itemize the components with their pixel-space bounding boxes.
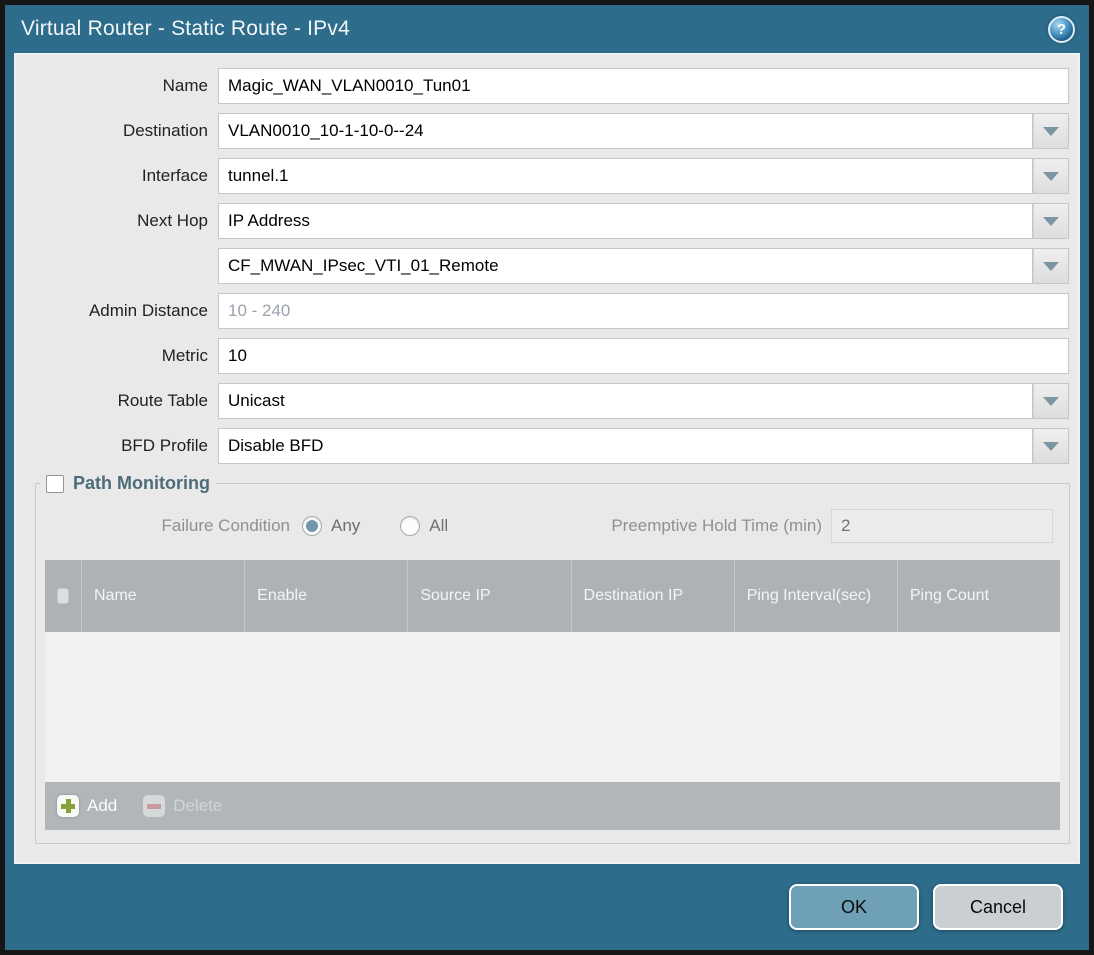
form-row-next-hop: Next Hop [16, 203, 1069, 239]
chevron-down-icon [1043, 171, 1059, 181]
path-monitoring-table: Name Enable Source IP Destination IP Pin… [45, 560, 1060, 830]
interface-label: Interface [141, 166, 208, 185]
failure-condition-any-label: Any [331, 516, 361, 535]
next-hop-address-dropdown-button[interactable] [1033, 248, 1069, 284]
table-header-row: Name Enable Source IP Destination IP Pin… [45, 560, 1060, 632]
route-table-dropdown-button[interactable] [1033, 383, 1069, 419]
route-table-label: Route Table [117, 391, 208, 410]
next-hop-label: Next Hop [137, 211, 208, 230]
static-route-form: Name Destination Interface [16, 55, 1078, 464]
dialog-title: Virtual Router - Static Route - IPv4 [21, 17, 350, 40]
chevron-down-icon [1043, 261, 1059, 271]
add-button-label: Add [87, 796, 118, 815]
form-row-name: Name [16, 68, 1069, 104]
table-header-checkbox-cell [45, 560, 81, 632]
dialog-footer: OK Cancel [5, 864, 1089, 950]
path-monitoring-title: Path Monitoring [73, 473, 210, 493]
minus-icon [143, 795, 166, 817]
failure-condition-all-radio[interactable] [400, 516, 421, 536]
delete-button[interactable]: Delete [143, 795, 222, 817]
form-row-interface: Interface [16, 158, 1069, 194]
path-monitoring-fieldset: Path Monitoring Failure Condition Any Al… [35, 473, 1070, 844]
metric-label: Metric [161, 346, 208, 365]
form-row-bfd-profile: BFD Profile [16, 428, 1069, 464]
next-hop-address-input[interactable] [218, 248, 1033, 284]
dialog-body: Name Destination Interface [14, 53, 1080, 864]
form-row-metric: Metric [16, 338, 1069, 374]
metric-input[interactable] [218, 338, 1069, 374]
path-monitoring-legend: Path Monitoring [40, 473, 216, 494]
failure-condition-all-label: All [429, 516, 449, 535]
destination-label: Destination [122, 121, 208, 140]
column-header-source-ip: Source IP [407, 560, 570, 632]
destination-dropdown-button[interactable] [1033, 113, 1069, 149]
interface-dropdown-button[interactable] [1033, 158, 1069, 194]
cancel-button[interactable]: Cancel [933, 884, 1063, 930]
admin-distance-input[interactable] [218, 293, 1069, 329]
ok-button[interactable]: OK [789, 884, 919, 930]
help-icon[interactable]: ? [1048, 15, 1075, 43]
chevron-down-icon [1043, 441, 1059, 451]
next-hop-type-input[interactable] [218, 203, 1033, 239]
path-monitoring-checkbox[interactable] [46, 474, 64, 493]
preemptive-hold-time-input[interactable] [831, 509, 1053, 543]
chevron-down-icon [1043, 396, 1059, 406]
add-button[interactable]: Add [57, 795, 117, 817]
column-header-ping-interval: Ping Interval(sec) [733, 560, 897, 632]
admin-distance-label: Admin Distance [88, 301, 208, 320]
table-body-empty [45, 632, 1060, 782]
failure-condition-any-radio[interactable] [302, 516, 322, 536]
destination-input[interactable] [218, 113, 1033, 149]
failure-condition-label: Failure Condition [161, 516, 290, 535]
form-row-next-hop-address [16, 248, 1069, 284]
plus-icon [57, 795, 79, 817]
question-mark-glyph: ? [1056, 20, 1067, 38]
titlebar: Virtual Router - Static Route - IPv4 ? [5, 5, 1089, 53]
preemptive-hold-time-label: Preemptive Hold Time (min) [611, 516, 822, 535]
column-header-enable: Enable [244, 560, 407, 632]
next-hop-type-dropdown-button[interactable] [1033, 203, 1069, 239]
dialog-window: Virtual Router - Static Route - IPv4 ? N… [5, 5, 1089, 950]
select-all-checkbox[interactable] [57, 588, 69, 604]
column-header-destination-ip: Destination IP [570, 560, 734, 632]
name-label: Name [162, 76, 208, 95]
interface-input[interactable] [218, 158, 1033, 194]
bfd-profile-label: BFD Profile [121, 436, 208, 455]
chevron-down-icon [1043, 216, 1059, 226]
table-footer-bar: Add Delete [45, 782, 1060, 830]
form-row-admin-distance: Admin Distance [16, 293, 1069, 329]
bfd-profile-dropdown-button[interactable] [1033, 428, 1069, 464]
chevron-down-icon [1043, 126, 1059, 136]
form-row-destination: Destination [16, 113, 1069, 149]
form-row-route-table: Route Table [16, 383, 1069, 419]
delete-button-label: Delete [173, 796, 223, 815]
column-header-name: Name [81, 560, 244, 632]
column-header-ping-count: Ping Count [896, 560, 1060, 632]
name-input[interactable] [218, 68, 1069, 104]
failure-condition-row: Failure Condition Any All Preemptive Hol… [36, 508, 1069, 544]
bfd-profile-input[interactable] [218, 428, 1033, 464]
window-frame: Virtual Router - Static Route - IPv4 ? N… [0, 0, 1094, 955]
route-table-input[interactable] [218, 383, 1033, 419]
